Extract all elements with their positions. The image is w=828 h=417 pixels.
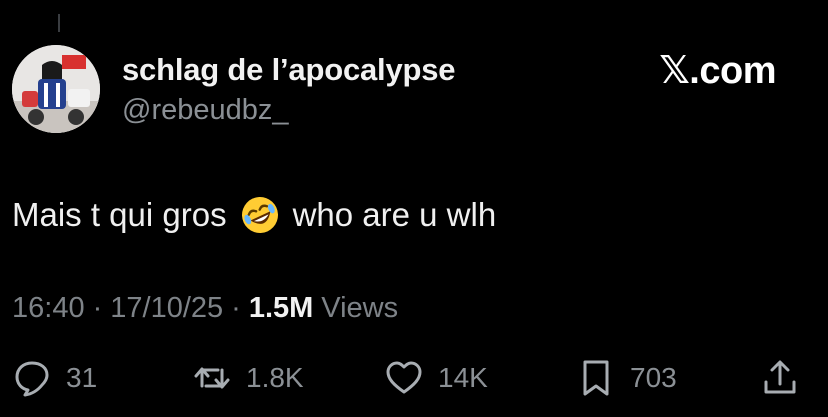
tweet-date[interactable]: 17/10/25 (110, 292, 223, 325)
tweet-action-bar: 31 1.8K 14K 703 (0, 358, 828, 408)
separator-dot: · (231, 292, 241, 324)
avatar-image (12, 45, 100, 133)
tweet-time[interactable]: 16:40 (12, 292, 85, 325)
author-handle[interactable]: @rebeudbz_ (122, 94, 289, 127)
separator-dot: · (92, 292, 103, 324)
author-display-name[interactable]: schlag de l’apocalypse (122, 52, 456, 88)
repost-icon (194, 367, 230, 389)
bookmark-icon (583, 360, 609, 396)
heart-icon (386, 361, 422, 394)
like-button[interactable]: 14K (384, 358, 488, 398)
share-icon (764, 360, 796, 394)
bookmark-button[interactable]: 703 (576, 358, 677, 398)
repost-count: 1.8K (246, 362, 304, 393)
views-count[interactable]: 1.5M (249, 292, 313, 325)
reply-count: 31 (66, 362, 98, 393)
repost-button[interactable]: 1.8K (192, 358, 304, 398)
reply-button[interactable]: 31 (12, 358, 97, 398)
like-count: 14K (438, 362, 488, 393)
thread-connector-line (58, 14, 60, 32)
avatar[interactable] (12, 45, 100, 133)
tweet-metadata: 16:40 · 17/10/25 · 1.5M Views (12, 292, 398, 325)
x-logo-watermark: 𝕏.com (659, 50, 776, 92)
rolling-on-the-floor-laughing-emoji-icon (239, 194, 281, 236)
tweet-text-part-2: who are u wlh (292, 196, 497, 233)
tweet-text: Mais t qui gros who are u wlh (12, 194, 496, 236)
bookmark-count: 703 (630, 362, 677, 393)
share-button[interactable] (760, 358, 800, 398)
views-label: Views (321, 292, 399, 324)
reply-icon (15, 361, 49, 397)
tweet-text-part-1: Mais t qui gros (12, 196, 227, 233)
